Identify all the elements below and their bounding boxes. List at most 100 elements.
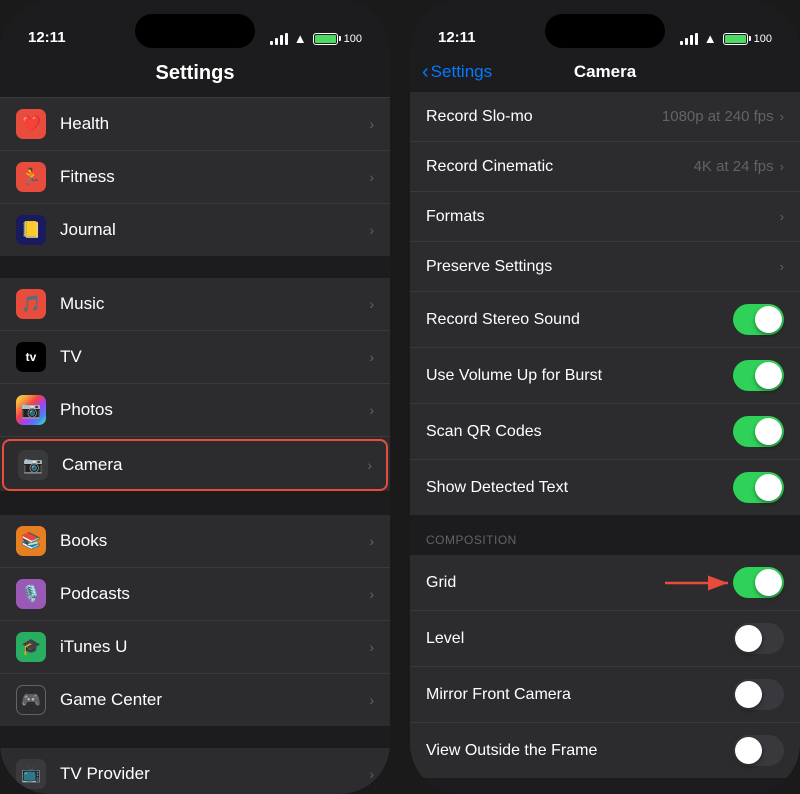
camera-item-highlighted[interactable]: 📷 Camera › — [2, 439, 388, 491]
list-item[interactable]: ❤️ Health › — [0, 98, 390, 151]
list-item[interactable]: 🏃 Fitness › — [0, 151, 390, 204]
podcasts-icon: 🎙️ — [16, 579, 46, 609]
section-gap — [0, 726, 390, 748]
chevron-icon: › — [369, 349, 374, 365]
list-item[interactable]: Show Detected Text — [410, 460, 800, 515]
photos-label: Photos — [60, 400, 369, 420]
fitness-label: Fitness — [60, 167, 369, 187]
provider-section: 📺 TV Provider › — [0, 748, 390, 794]
fitness-icon: 🏃 — [16, 162, 46, 192]
wifi-icon-left: ▲ — [294, 31, 307, 46]
show-detected-text-label: Show Detected Text — [426, 479, 733, 497]
grid-toggle[interactable] — [733, 567, 784, 598]
section-gap — [0, 256, 390, 278]
list-item[interactable]: Preserve Settings › — [410, 242, 800, 292]
back-button[interactable]: ‹ Settings — [422, 61, 492, 84]
journal-icon: 📒 — [16, 215, 46, 245]
settings-screen: Settings ❤️ Health › 🏃 Fitness › — [0, 54, 390, 794]
record-slo-mo-value: 1080p at 240 fps — [662, 108, 774, 125]
list-item[interactable]: Record Slo-mo 1080p at 240 fps › — [410, 92, 800, 142]
formats-label: Formats — [426, 208, 780, 226]
volume-burst-toggle[interactable] — [733, 360, 784, 391]
record-slo-mo-label: Record Slo-mo — [426, 108, 662, 126]
chevron-icon: › — [369, 402, 374, 418]
composition-section: Grid — [410, 555, 800, 778]
list-item[interactable]: Formats › — [410, 192, 800, 242]
chevron-icon: › — [369, 692, 374, 708]
volume-burst-label: Use Volume Up for Burst — [426, 367, 733, 385]
mirror-front-label: Mirror Front Camera — [426, 686, 733, 704]
camera-label: Camera — [62, 455, 367, 475]
preserve-settings-label: Preserve Settings — [426, 258, 780, 276]
composition-section-label: COMPOSITION — [410, 515, 800, 555]
camera-list[interactable]: Record Slo-mo 1080p at 240 fps › Record … — [410, 92, 800, 782]
list-item[interactable]: 🎮 Game Center › — [0, 674, 390, 726]
chevron-icon: › — [369, 169, 374, 185]
chevron-icon: › — [780, 109, 784, 124]
status-icons-right: ▲ 100 — [680, 31, 772, 46]
books-icon: 📚 — [16, 526, 46, 556]
chevron-icon: › — [780, 259, 784, 274]
chevron-icon: › — [369, 222, 374, 238]
left-phone: 12:11 ▲ 100 Setti — [0, 0, 390, 794]
camera-header: ‹ Settings Camera — [410, 54, 800, 92]
mirror-front-toggle[interactable] — [733, 679, 784, 710]
list-item[interactable]: 📷 Photos › — [0, 384, 390, 437]
scan-qr-label: Scan QR Codes — [426, 423, 733, 441]
books-label: Books — [60, 531, 369, 551]
view-outside-label: View Outside the Frame — [426, 742, 733, 760]
itunes-u-icon: 🎓 — [16, 632, 46, 662]
music-icon: 🎵 — [16, 289, 46, 319]
list-item[interactable]: Scan QR Codes — [410, 404, 800, 460]
chevron-icon: › — [369, 766, 374, 782]
chevron-icon: › — [369, 639, 374, 655]
health-icon: ❤️ — [16, 109, 46, 139]
camera-settings-title: Camera — [574, 62, 636, 82]
list-item[interactable]: Use Volume Up for Burst — [410, 348, 800, 404]
wifi-icon-right: ▲ — [704, 31, 717, 46]
level-label: Level — [426, 630, 733, 648]
status-icons-left: ▲ 100 — [270, 31, 362, 46]
chevron-icon: › — [369, 116, 374, 132]
list-item[interactable]: 📚 Books › — [0, 515, 390, 568]
camera-settings-screen: ‹ Settings Camera Record Slo-mo 1080p at… — [410, 54, 800, 794]
record-cinematic-value: 4K at 24 fps — [694, 158, 774, 175]
chevron-icon: › — [367, 457, 372, 473]
podcasts-label: Podcasts — [60, 584, 369, 604]
apps-section: 📚 Books › 🎙️ Podcasts › 🎓 iTunes U › — [0, 515, 390, 726]
show-detected-text-toggle[interactable] — [733, 472, 784, 503]
chevron-icon: › — [369, 533, 374, 549]
journal-label: Journal — [60, 220, 369, 240]
photo-capture-label: PHOTO CAPTURE — [410, 778, 800, 782]
section-gap — [0, 493, 390, 515]
list-item[interactable]: 📒 Journal › — [0, 204, 390, 256]
settings-list[interactable]: ❤️ Health › 🏃 Fitness › 📒 Journal › — [0, 98, 390, 794]
record-stereo-toggle[interactable] — [733, 304, 784, 335]
record-cinematic-label: Record Cinematic — [426, 158, 694, 176]
view-outside-toggle[interactable] — [733, 735, 784, 766]
chevron-icon: › — [780, 159, 784, 174]
health-label: Health — [60, 114, 369, 134]
back-label: Settings — [431, 62, 492, 82]
mirror-front-camera-item[interactable]: Mirror Front Camera — [410, 667, 800, 723]
battery-left: 100 — [313, 33, 362, 45]
level-toggle[interactable] — [733, 623, 784, 654]
battery-right: 100 — [723, 33, 772, 45]
view-outside-frame-item[interactable]: View Outside the Frame — [410, 723, 800, 778]
grid-item[interactable]: Grid — [410, 555, 800, 611]
level-item[interactable]: Level — [410, 611, 800, 667]
photos-icon: 📷 — [16, 395, 46, 425]
media-section: 🎵 Music › tv TV › 📷 Photos › — [0, 278, 390, 491]
time-left: 12:11 — [28, 29, 66, 46]
chevron-icon: › — [369, 586, 374, 602]
scan-qr-toggle[interactable] — [733, 416, 784, 447]
health-section: ❤️ Health › 🏃 Fitness › 📒 Journal › — [0, 98, 390, 256]
list-item[interactable]: Record Cinematic 4K at 24 fps › — [410, 142, 800, 192]
list-item[interactable]: 🎓 iTunes U › — [0, 621, 390, 674]
itunes-u-label: iTunes U — [60, 637, 369, 657]
list-item[interactable]: tv TV › — [0, 331, 390, 384]
list-item[interactable]: Record Stereo Sound — [410, 292, 800, 348]
list-item[interactable]: 📺 TV Provider › — [0, 748, 390, 794]
list-item[interactable]: 🎙️ Podcasts › — [0, 568, 390, 621]
list-item[interactable]: 🎵 Music › — [0, 278, 390, 331]
